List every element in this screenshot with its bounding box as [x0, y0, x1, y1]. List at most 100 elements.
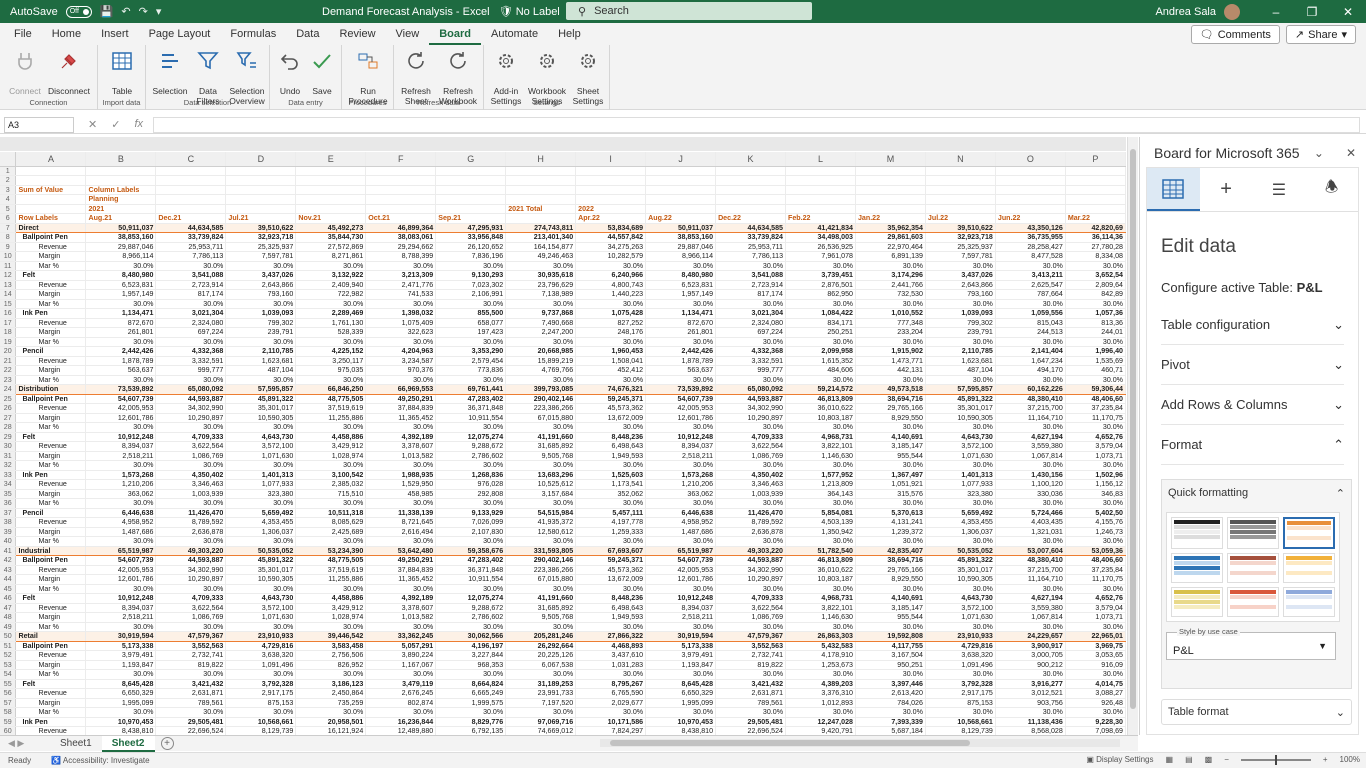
cell[interactable]: 36,114,36	[1065, 232, 1126, 243]
cell[interactable]: Dec.21	[155, 213, 227, 224]
cell[interactable]: 1,071,630	[225, 451, 297, 461]
cell[interactable]: 42,835,407	[855, 545, 926, 556]
cell[interactable]	[1065, 204, 1126, 214]
cell[interactable]: 2,385,032	[295, 479, 367, 490]
row-header[interactable]: 31	[0, 451, 17, 461]
cell[interactable]: 1,028,974	[295, 612, 367, 623]
cell[interactable]: 51,782,540	[785, 545, 856, 556]
cell[interactable]: 53,007,604	[995, 545, 1066, 556]
cell[interactable]: 9,130,293	[435, 270, 507, 281]
cell[interactable]: 30.0%	[925, 584, 996, 594]
cell[interactable]: 16,236,844	[365, 717, 437, 727]
cell[interactable]	[155, 166, 227, 176]
cancel-icon[interactable]: ✕	[88, 118, 97, 131]
close-icon[interactable]: ✕	[1330, 5, 1366, 19]
cell[interactable]: 30.0%	[645, 299, 717, 309]
cell[interactable]: 30.0%	[785, 422, 856, 433]
cell[interactable]: 4,117,755	[855, 641, 926, 651]
menu-tab-page-layout[interactable]: Page Layout	[139, 23, 221, 45]
cell[interactable]: 10,912,248	[85, 593, 157, 604]
cell[interactable]: 30.0%	[855, 337, 926, 347]
horizontal-scrollbar[interactable]	[600, 739, 1120, 747]
cell[interactable]: 34,498,003	[785, 232, 856, 243]
cell[interactable]: 30.0%	[85, 375, 157, 385]
cell[interactable]: 30.0%	[575, 422, 647, 433]
cell[interactable]: 6,446,638	[85, 508, 157, 518]
row-header[interactable]: 29	[0, 432, 17, 442]
cell[interactable]: 30.0%	[575, 669, 647, 680]
row-header[interactable]: 42	[0, 555, 17, 566]
cell[interactable]: 30,919,594	[85, 631, 157, 642]
cell[interactable]: 38,853,160	[85, 232, 157, 243]
cell[interactable]: 244,513	[995, 327, 1066, 338]
cell[interactable]: 37,884,839	[365, 565, 437, 575]
menu-tab-board[interactable]: Board	[429, 23, 481, 45]
cell[interactable]: 1,086,769	[715, 612, 787, 623]
cell[interactable]: 2,289,469	[295, 308, 367, 319]
cell[interactable]: 29,861,603	[855, 232, 926, 243]
cell[interactable]: 49,573,518	[855, 384, 926, 395]
table-button[interactable]: Table	[104, 49, 140, 96]
cell[interactable]: 1,071,630	[925, 451, 996, 461]
cell[interactable]: 43,350,126	[995, 222, 1066, 233]
cell[interactable]: 41,421,834	[785, 222, 856, 233]
cell[interactable]: 44,634,585	[715, 222, 787, 233]
cell[interactable]: 4,800,743	[575, 280, 647, 290]
cell[interactable]: 1,999,575	[435, 698, 507, 708]
autosave-toggle[interactable]: Off	[65, 5, 92, 18]
cell[interactable]: 7,098,69	[1065, 726, 1126, 735]
cell[interactable]: 8,438,810	[645, 726, 717, 735]
cell[interactable]: 2,029,677	[575, 698, 647, 708]
cell[interactable]: 4,627,194	[995, 432, 1066, 442]
save-button[interactable]: Save	[308, 49, 336, 96]
cell[interactable]: 6,765,590	[575, 688, 647, 699]
cell[interactable]: 1,156,12	[1065, 479, 1126, 490]
cell[interactable]: 3,979,491	[85, 650, 157, 661]
row-header[interactable]: 51	[0, 641, 17, 651]
cell[interactable]: 1,508,041	[575, 356, 647, 366]
cell[interactable]: 30.0%	[995, 707, 1066, 718]
cell[interactable]: 8,394,037	[85, 603, 157, 613]
cell[interactable]: 8,394,037	[645, 441, 717, 452]
cell[interactable]: 29,887,046	[645, 242, 717, 252]
cell[interactable]: 34,302,990	[155, 565, 227, 575]
cell[interactable]: 4,709,333	[155, 593, 227, 604]
cell[interactable]: 1,401,313	[225, 470, 297, 480]
cell[interactable]: 1,071,630	[225, 612, 297, 623]
row-header[interactable]: 53	[0, 660, 17, 670]
cell[interactable]: 2,441,766	[855, 280, 926, 290]
cell[interactable]: 4,014,75	[1065, 679, 1126, 689]
cell[interactable]: 3,479,119	[365, 679, 437, 689]
cell[interactable]: 3,822,101	[785, 603, 856, 613]
cell[interactable]: 10,590,305	[225, 413, 297, 423]
cell[interactable]: 30.0%	[855, 584, 926, 594]
cell[interactable]	[785, 185, 856, 195]
cell[interactable]: 53,059,36	[1065, 545, 1126, 556]
cell[interactable]: 4,468,893	[575, 641, 647, 651]
cell[interactable]: 30.0%	[715, 707, 787, 718]
row-header[interactable]: 41	[0, 546, 17, 556]
cell[interactable]: 6,665,249	[435, 688, 507, 699]
cell[interactable]: 11,255,886	[295, 574, 367, 585]
cell[interactable]: 323,380	[925, 489, 996, 499]
cell[interactable]: 1,761,130	[295, 318, 367, 328]
row-header[interactable]: 60	[0, 726, 17, 735]
cell[interactable]: Mar %	[15, 707, 87, 718]
section-table-configuration[interactable]: Table configuration ⌄	[1161, 305, 1344, 345]
cell[interactable]: 4,197,778	[575, 517, 647, 528]
cell[interactable]: 2,107,830	[435, 527, 507, 537]
cell[interactable]: 44,557,842	[575, 232, 647, 243]
cell[interactable]: 1,059,556	[995, 308, 1066, 319]
cell[interactable]: Aug.22	[645, 213, 717, 224]
row-header[interactable]: 34	[0, 479, 17, 490]
cell[interactable]	[715, 185, 787, 195]
cell[interactable]: 30.0%	[925, 337, 996, 347]
cell[interactable]: 30.0%	[1065, 460, 1126, 471]
page-layout-icon[interactable]: ▤	[1185, 755, 1193, 764]
cell[interactable]: 3,552,563	[155, 641, 227, 651]
cell[interactable]: 6,498,643	[575, 441, 647, 452]
cell[interactable]: 5,057,291	[365, 641, 437, 651]
cell[interactable]: 38,694,716	[855, 394, 926, 404]
cell[interactable]: 45,891,322	[925, 555, 996, 566]
style-thumbnail[interactable]	[1283, 553, 1335, 583]
